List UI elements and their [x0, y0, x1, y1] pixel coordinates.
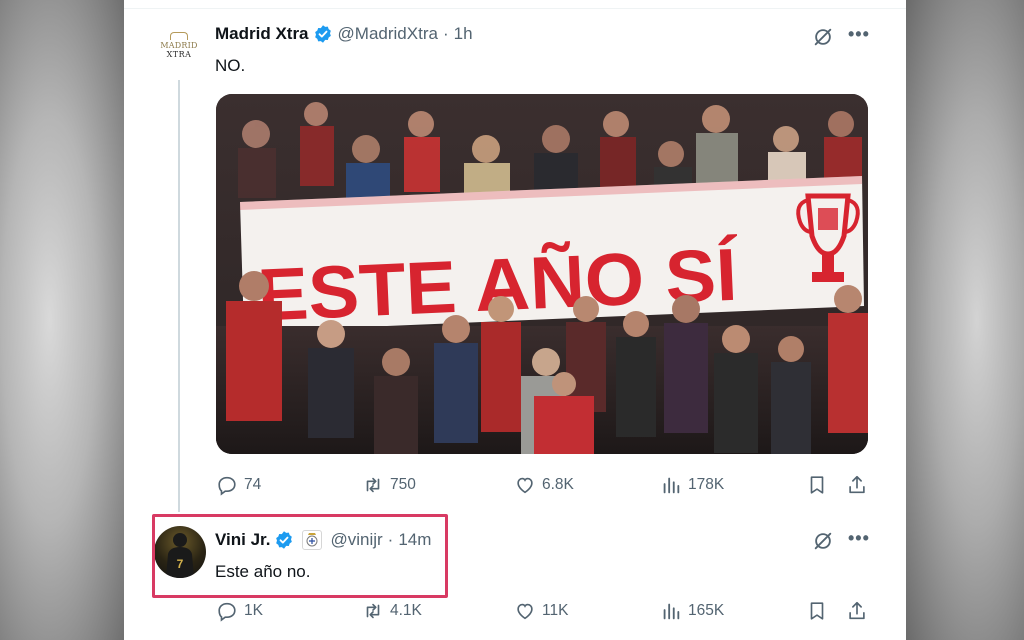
background-right-blur	[906, 0, 1024, 640]
more-options-button[interactable]: •••	[848, 528, 870, 549]
grok-icon[interactable]	[812, 26, 834, 48]
repost-button[interactable]: 4.1K	[362, 600, 422, 622]
like-count: 11K	[542, 602, 569, 619]
avatar-logo-text: XTRA	[166, 49, 192, 59]
heart-icon	[517, 477, 533, 494]
divider	[124, 8, 906, 9]
tweet-time[interactable]: 1h	[454, 24, 473, 44]
tweet-thread-card: MADRID XTRA Madrid Xtra @MadridXtra · 1h…	[124, 0, 906, 640]
repost-count: 4.1K	[390, 602, 422, 619]
share-button[interactable]	[846, 474, 868, 501]
views-button[interactable]: 178K	[660, 474, 724, 496]
repost-button[interactable]: 750	[362, 474, 416, 496]
heart-icon	[517, 603, 533, 620]
tweet-actions-bar: 74 750 6.8K 178K	[216, 474, 868, 500]
avatar-logo-text: MADRID	[160, 40, 198, 50]
highlight-box	[152, 514, 448, 598]
tweet-header: Madrid Xtra @MadridXtra · 1h	[215, 24, 473, 44]
views-chart-icon	[663, 477, 680, 494]
author-name[interactable]: Madrid Xtra	[215, 24, 309, 44]
crown-icon	[170, 31, 188, 40]
verified-badge-icon	[314, 25, 331, 43]
reply-button[interactable]: 1K	[216, 600, 263, 622]
reply-icon	[218, 602, 236, 622]
repost-count: 750	[390, 476, 416, 493]
views-count: 165K	[688, 602, 725, 619]
repost-icon	[366, 603, 380, 619]
tweet-text: NO.	[215, 56, 246, 75]
tweet-image[interactable]: ESTE AÑO SÍ	[216, 94, 868, 454]
bookmark-button[interactable]	[806, 474, 828, 501]
share-button[interactable]	[846, 600, 868, 627]
bookmark-icon	[810, 602, 824, 620]
avatar-madridxtra[interactable]: MADRID XTRA	[154, 20, 204, 70]
tweet-actions-bar: 1K 4.1K 11K 165K	[216, 600, 868, 626]
reply-count: 1K	[244, 602, 263, 619]
repost-icon	[366, 477, 380, 493]
background-left-blur	[0, 0, 124, 640]
share-icon	[849, 601, 865, 620]
separator-dot: ·	[442, 24, 449, 43]
thread-connector-line	[178, 80, 180, 512]
author-handle[interactable]: @MadridXtra	[338, 24, 438, 44]
crowd-banner-photo: ESTE AÑO SÍ	[216, 94, 868, 454]
bookmark-icon	[810, 476, 824, 494]
more-options-button[interactable]: •••	[848, 24, 870, 45]
grok-icon[interactable]	[812, 530, 834, 552]
share-icon	[849, 475, 865, 494]
views-chart-icon	[663, 603, 680, 620]
like-count: 6.8K	[542, 476, 574, 493]
reply-icon	[218, 476, 236, 496]
like-button[interactable]: 6.8K	[514, 474, 574, 496]
reply-count: 74	[244, 476, 262, 493]
views-button[interactable]: 165K	[660, 600, 724, 622]
reply-button[interactable]: 74	[216, 474, 261, 496]
like-button[interactable]: 11K	[514, 600, 568, 622]
bookmark-button[interactable]	[806, 600, 828, 627]
views-count: 178K	[688, 476, 725, 493]
